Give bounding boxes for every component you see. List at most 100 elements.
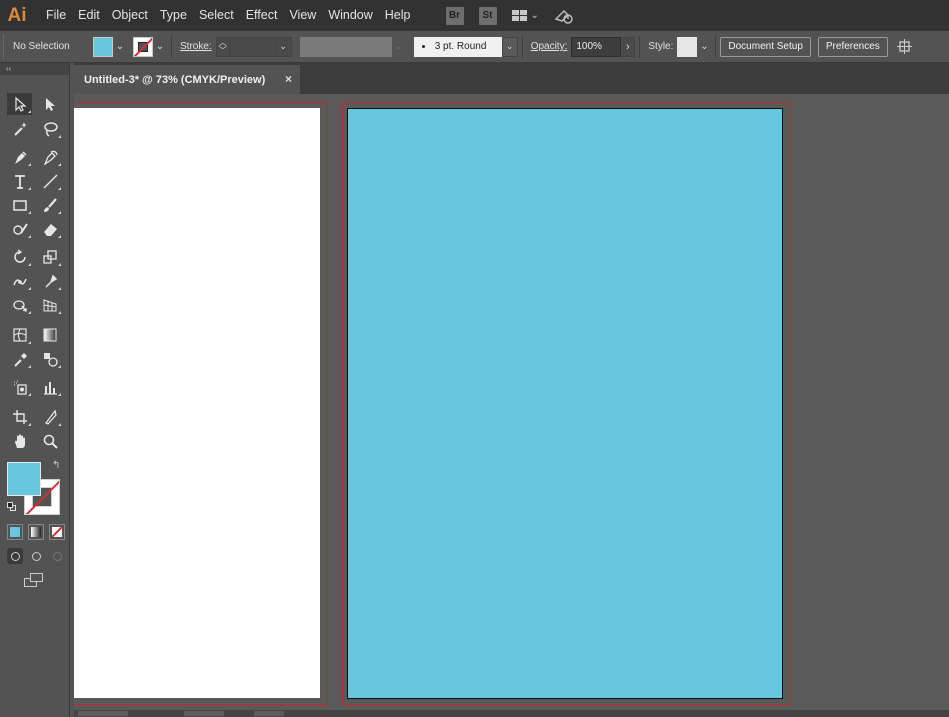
direct-selection-tool[interactable]	[37, 93, 62, 115]
perspective-grid-icon	[43, 299, 56, 312]
puppet-warp-icon	[44, 274, 57, 288]
artboard-icon	[12, 410, 27, 424]
swap-fill-stroke-icon[interactable]: ↰	[52, 460, 60, 471]
tools-panel-collapse[interactable]: ‹‹	[0, 63, 69, 75]
eraser-tool[interactable]	[37, 218, 62, 240]
stroke-swatch[interactable]	[133, 36, 153, 57]
width-tool[interactable]	[7, 270, 32, 292]
tool-row	[7, 406, 67, 430]
brush-dot-icon	[421, 45, 425, 48]
selection-tool[interactable]	[7, 93, 32, 115]
brush-definition[interactable]: 3 pt. Round	[413, 36, 502, 57]
zoom-tool[interactable]	[37, 430, 62, 452]
column-graph-tool[interactable]	[37, 376, 62, 398]
type-tool[interactable]	[7, 170, 32, 192]
blend-tool[interactable]	[37, 348, 62, 370]
artboard-2[interactable]	[347, 108, 783, 699]
mesh-tool[interactable]	[7, 324, 32, 346]
tool-row	[7, 146, 67, 170]
menu-object[interactable]: Object	[106, 0, 154, 31]
menu-window[interactable]: Window	[322, 0, 378, 31]
tool-row	[7, 430, 67, 454]
shaper-tool[interactable]	[7, 218, 32, 240]
menu-effect[interactable]: Effect	[240, 0, 284, 31]
line-segment-tool[interactable]	[37, 170, 62, 192]
none-mode-button[interactable]	[49, 524, 65, 540]
scale-tool[interactable]	[37, 246, 62, 268]
bridge-button[interactable]: Br	[445, 6, 464, 25]
fill-color-swatch[interactable]	[7, 462, 41, 496]
variable-width-profile[interactable]	[299, 36, 392, 57]
opacity-input[interactable]: 100%	[571, 36, 622, 57]
gradient-mode-button[interactable]	[28, 524, 44, 540]
rectangle-tool[interactable]	[7, 194, 32, 216]
rotate-tool[interactable]	[7, 246, 32, 268]
draw-inside-button[interactable]	[49, 548, 65, 564]
draw-normal-button[interactable]	[7, 548, 23, 564]
brush-dropdown[interactable]: ⌄	[501, 36, 518, 57]
curvature-tool[interactable]	[37, 146, 62, 168]
color-mode-button[interactable]	[7, 524, 23, 540]
close-icon[interactable]: ×	[285, 72, 292, 86]
default-fill-stroke-icon[interactable]	[7, 502, 17, 512]
variable-width-dropdown[interactable]: ⌄	[392, 37, 406, 57]
tool-row	[7, 118, 67, 142]
menu-select[interactable]: Select	[193, 0, 240, 31]
stroke-dropdown[interactable]: ⌄	[153, 36, 167, 58]
draw-behind-button[interactable]	[28, 548, 44, 564]
style-label: Style:	[648, 41, 674, 52]
symbol-sprayer-icon	[13, 380, 27, 395]
document-setup-button[interactable]: Document Setup	[720, 36, 811, 57]
control-bar-grip[interactable]	[3, 34, 9, 59]
gradient-icon	[43, 328, 56, 342]
draw-behind-icon	[31, 551, 41, 561]
symbol-sprayer-tool[interactable]	[7, 376, 32, 398]
screen-mode-button[interactable]	[24, 573, 46, 589]
stroke-weight-stepper[interactable]: ︿ ﹀	[215, 36, 230, 57]
eyedropper-tool[interactable]	[7, 348, 32, 370]
magic-wand-tool[interactable]	[7, 118, 32, 140]
menu-file[interactable]: File	[40, 0, 72, 31]
stroke-label[interactable]: Stroke:	[180, 41, 212, 52]
lasso-tool[interactable]	[37, 118, 62, 140]
fill-dropdown[interactable]: ⌄	[113, 36, 127, 58]
slice-tool[interactable]	[37, 406, 62, 428]
pen-tool[interactable]	[7, 146, 32, 168]
paintbrush-tool[interactable]	[37, 194, 62, 216]
opacity-label[interactable]: Opacity:	[531, 41, 568, 52]
lasso-icon	[43, 122, 58, 137]
menu-help[interactable]: Help	[379, 0, 417, 31]
canvas[interactable]	[74, 94, 949, 717]
menu-type[interactable]: Type	[154, 0, 193, 31]
document-tab[interactable]: Untitled-3* @ 73% (CMYK/Preview) ×	[74, 65, 300, 94]
fill-stroke-widget: ↰	[6, 460, 64, 520]
stock-button[interactable]: St	[478, 6, 497, 25]
gradient-tool[interactable]	[37, 324, 62, 346]
menu-edit[interactable]: Edit	[72, 0, 106, 31]
document-tab-title: Untitled-3* @ 73% (CMYK/Preview)	[84, 73, 266, 86]
preferences-button[interactable]: Preferences	[817, 36, 888, 57]
mesh-icon	[12, 328, 27, 342]
opacity-arrow[interactable]: ›	[621, 36, 636, 57]
artboard-1[interactable]	[74, 108, 320, 698]
menu-view[interactable]: View	[283, 0, 322, 31]
gpu-performance-icon[interactable]	[553, 7, 575, 25]
fill-swatch[interactable]	[93, 36, 113, 57]
artboard-tool[interactable]	[7, 406, 32, 428]
separator	[521, 35, 523, 58]
align-icon[interactable]	[894, 37, 916, 57]
draw-mode-row	[7, 548, 65, 564]
style-dropdown[interactable]: ⌄	[697, 36, 711, 58]
stroke-weight-dropdown[interactable]: ⌄	[275, 36, 292, 57]
shape-builder-tool[interactable]	[7, 294, 32, 316]
arrange-documents-button[interactable]: ⌄	[511, 10, 539, 21]
tool-row	[7, 294, 67, 318]
graphic-style-swatch[interactable]	[677, 36, 698, 57]
perspective-grid-tool[interactable]	[37, 294, 62, 316]
stroke-weight-input[interactable]	[229, 36, 276, 57]
hand-tool[interactable]	[7, 430, 32, 452]
puppet-warp-tool[interactable]	[37, 270, 62, 292]
brush-definition-label: 3 pt. Round	[434, 41, 487, 52]
horizontal-scrollbar[interactable]	[74, 710, 949, 717]
chevron-down-icon: ⌄	[530, 10, 539, 21]
